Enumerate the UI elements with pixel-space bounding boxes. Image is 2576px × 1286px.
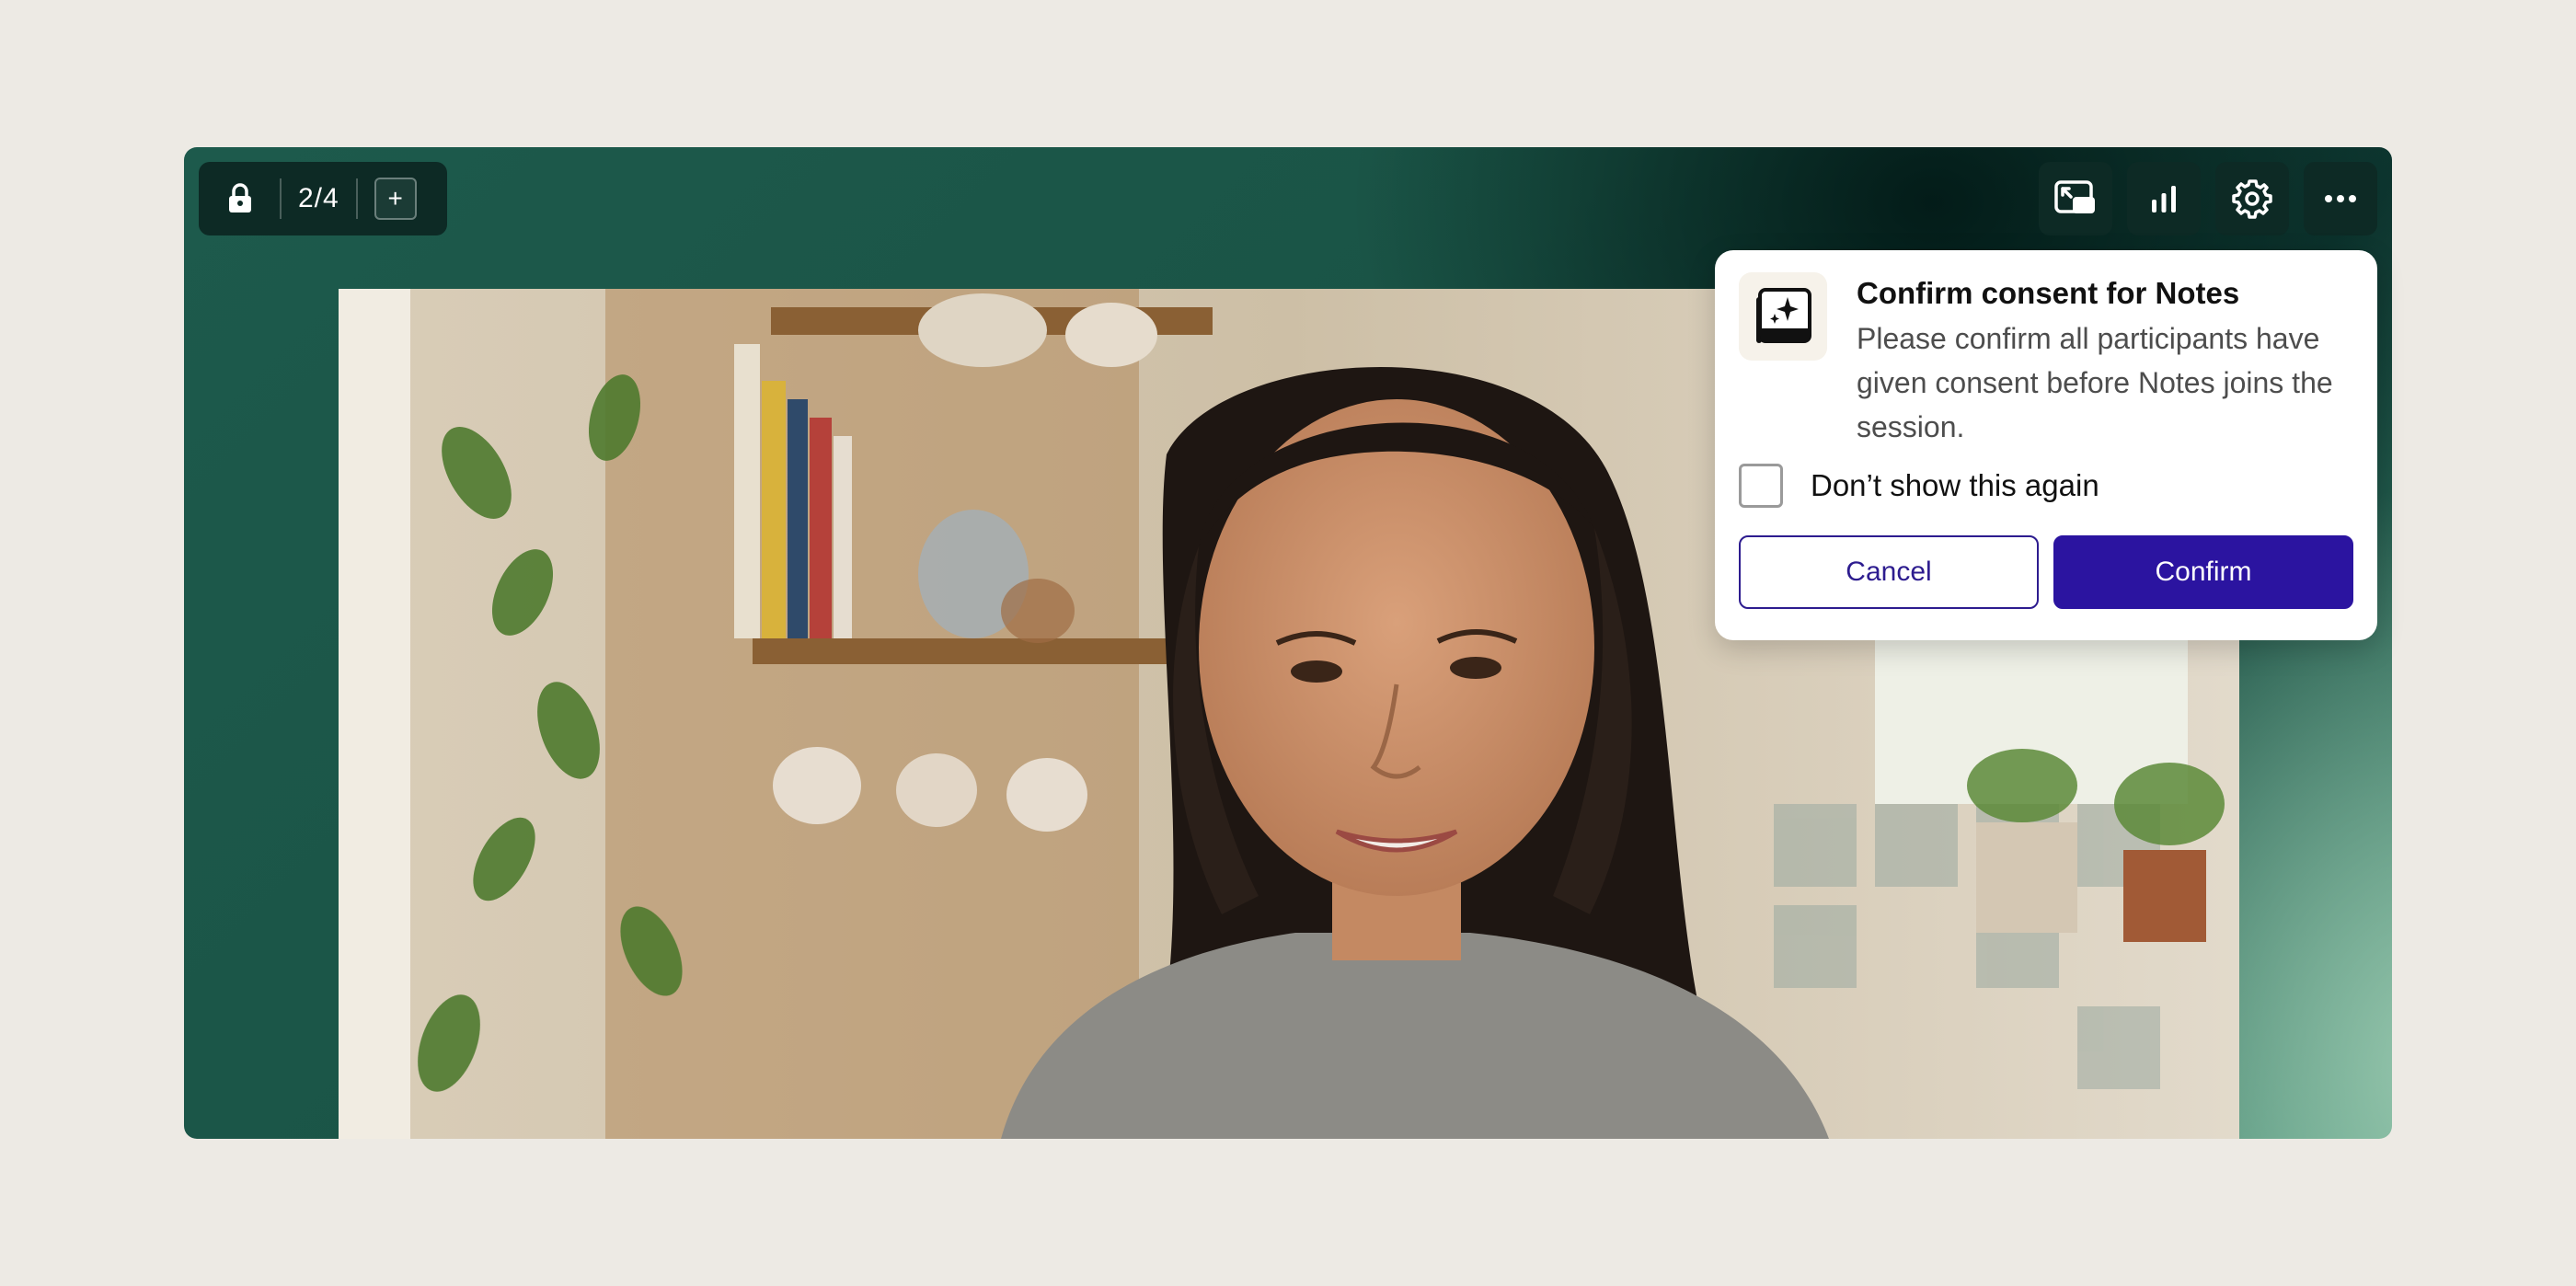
consent-dialog-body: Please confirm all participants have giv… [1857,322,2333,443]
picture-in-picture-icon [2054,180,2095,213]
toolbar-divider [280,178,282,219]
toolbar-divider [355,178,358,219]
notes-sparkle-icon [1756,288,1811,343]
page-indicator: 2/4 [298,183,339,213]
dont-show-again-checkbox[interactable] [1739,464,1783,508]
notes-app-tile [1739,272,1827,361]
settings-button[interactable] [2215,162,2289,235]
consent-dialog-title: Confirm consent for Notes [1857,276,2240,310]
add-button[interactable]: + [374,178,417,220]
lock-button[interactable] [217,176,263,222]
lock-icon [229,183,251,212]
dont-show-again-label[interactable]: Don’t show this again [1811,468,2099,503]
session-toolbar: 2/4 + [199,162,447,235]
stats-button[interactable] [2127,162,2201,235]
cancel-button[interactable]: Cancel [1739,535,2039,609]
bar-chart-icon [2152,186,2176,212]
consent-dialog-actions: Cancel Confirm [1739,535,2353,609]
dont-show-again-row[interactable]: Don’t show this again [1739,464,2353,508]
gear-icon [2232,179,2272,219]
view-toolbar [2039,162,2377,235]
consent-dialog: Confirm consent for Notes Please confirm… [1715,250,2377,640]
more-horizontal-icon [2325,195,2356,202]
consent-dialog-header: Confirm consent for Notes Please confirm… [1739,272,2353,449]
confirm-button[interactable]: Confirm [2053,535,2353,609]
more-button[interactable] [2304,162,2377,235]
picture-in-picture-button[interactable] [2039,162,2112,235]
